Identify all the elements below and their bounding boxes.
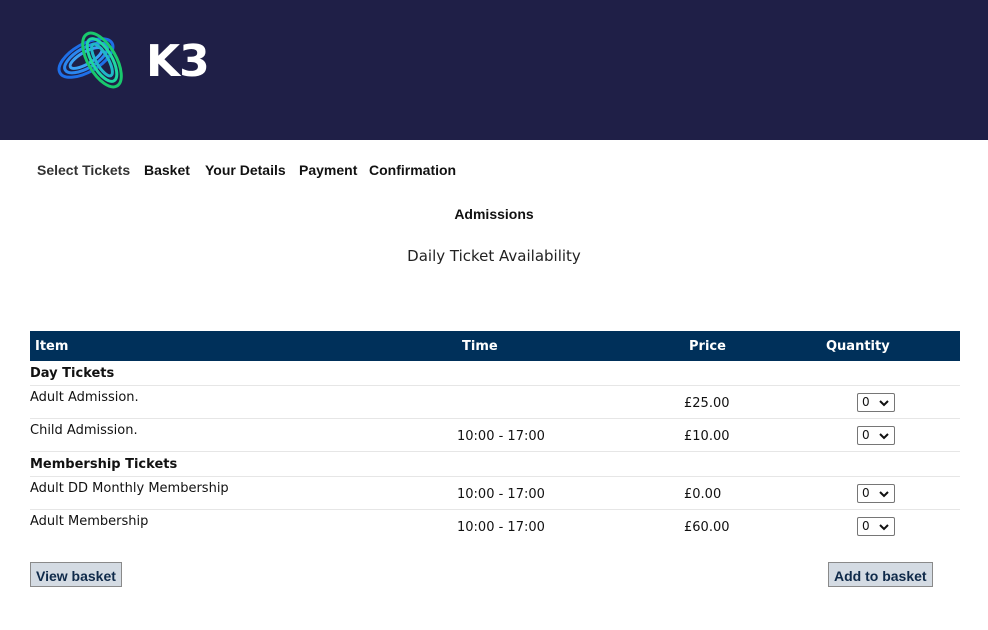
chevron-down-icon [879,433,889,440]
quantity-value: 0 [862,395,870,409]
chevron-down-icon [879,491,889,498]
add-to-basket-button[interactable]: Add to basket [828,562,933,587]
quantity-select[interactable]: 0 [857,426,895,445]
item-name: Adult DD Monthly Membership [30,481,229,496]
item-time: 10:00 - 17:00 [457,487,545,502]
step-select-tickets[interactable]: Select Tickets [37,162,130,178]
table-row: Adult DD Monthly Membership 10:00 - 17:0… [30,477,960,510]
table-row: Adult Admission. £25.00 0 [30,386,960,419]
site-header: K3 [0,0,988,140]
item-time: 10:00 - 17:00 [457,429,545,444]
column-header-time: Time [462,339,498,354]
step-confirmation[interactable]: Confirmation [369,162,456,178]
logo-wordmark: K3 [146,36,210,87]
chevron-down-icon [879,524,889,531]
item-price: £10.00 [684,429,730,444]
availability-subtitle: Daily Ticket Availability [407,247,581,265]
k3-logo-mark-icon [57,31,123,89]
section-title: Admissions [454,206,534,222]
view-basket-button[interactable]: View basket [30,562,122,587]
column-header-quantity: Quantity [826,339,890,354]
quantity-value: 0 [862,519,870,533]
item-name: Adult Admission. [30,390,139,405]
item-price: £25.00 [684,396,730,411]
quantity-select[interactable]: 0 [857,393,895,412]
quantity-select[interactable]: 0 [857,484,895,503]
item-name: Adult Membership [30,514,149,529]
item-time: 10:00 - 17:00 [457,520,545,535]
checkout-steps: Select Tickets Basket Your Details Payme… [0,162,988,182]
item-name: Child Admission. [30,423,138,438]
table-header-row: Item Time Price Quantity [30,331,960,361]
group-row-membership-tickets: Membership Tickets [30,452,960,477]
item-price: £0.00 [684,487,722,502]
group-label: Day Tickets [30,366,115,381]
quantity-value: 0 [862,486,870,500]
step-basket[interactable]: Basket [144,162,190,178]
table-row: Adult Membership 10:00 - 17:00 £60.00 0 [30,510,960,543]
table-row: Child Admission. 10:00 - 17:00 £10.00 0 [30,419,960,452]
quantity-value: 0 [862,428,870,442]
group-row-day-tickets: Day Tickets [30,361,960,386]
tickets-table: Item Time Price Quantity Day Tickets Adu… [30,331,960,543]
item-price: £60.00 [684,520,730,535]
step-your-details[interactable]: Your Details [205,162,286,178]
step-payment[interactable]: Payment [299,162,357,178]
column-header-item: Item [35,339,69,354]
quantity-select[interactable]: 0 [857,517,895,536]
k3-logo[interactable]: K3 [52,14,222,104]
column-header-price: Price [689,339,726,354]
chevron-down-icon [879,400,889,407]
group-label: Membership Tickets [30,457,178,472]
